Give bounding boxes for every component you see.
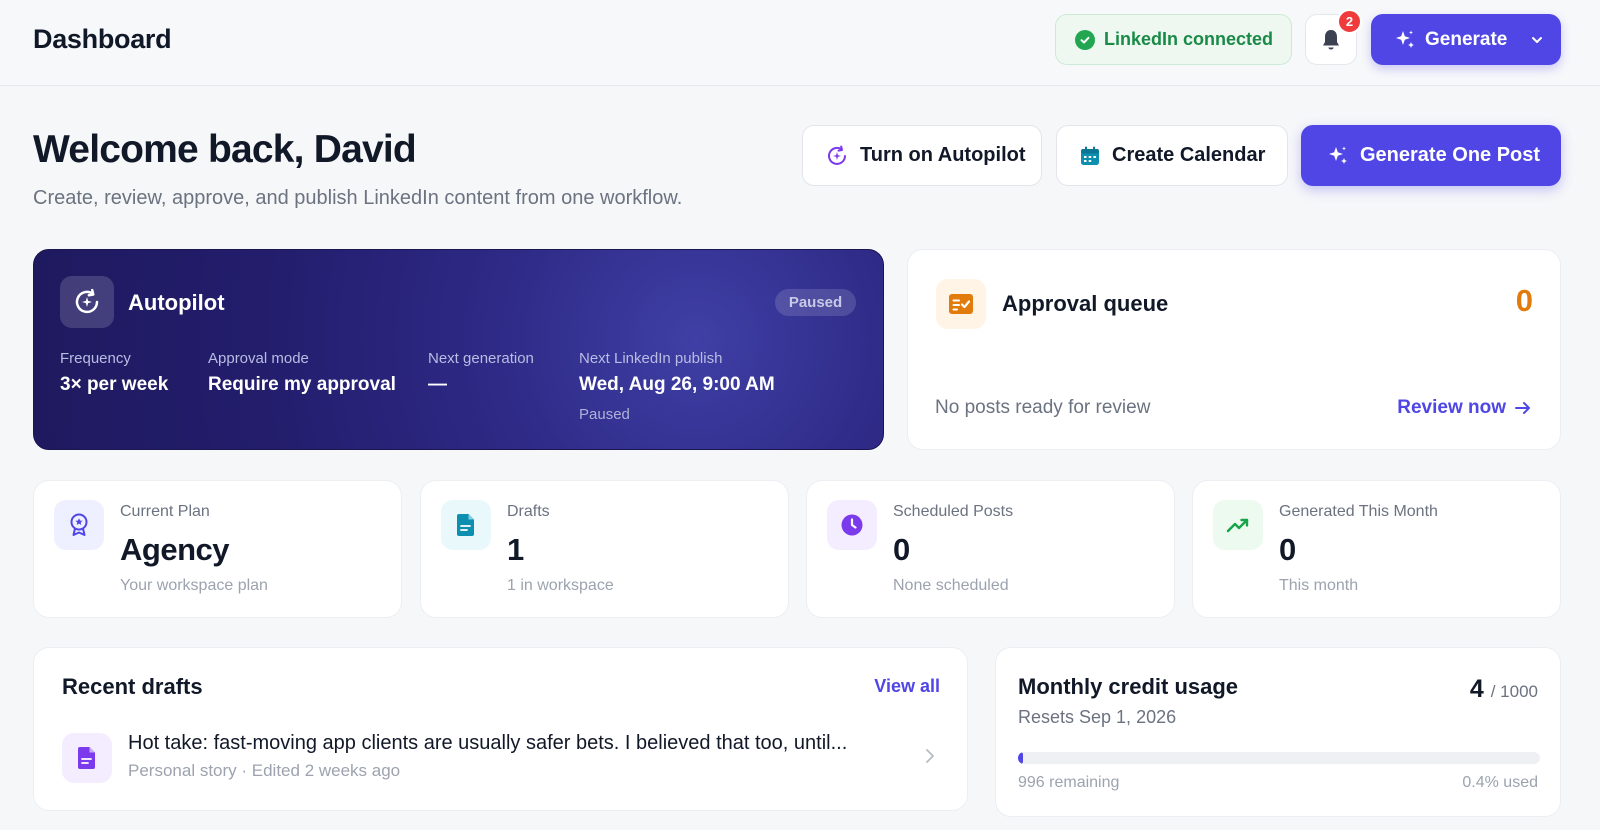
credit-usage-progress-bar — [1018, 752, 1540, 764]
stat-card-current-plan[interactable]: Current Plan Agency Your workspace plan — [33, 480, 402, 618]
credits-percent-used: 0.4% used — [1462, 774, 1538, 791]
stat-value: 0 — [893, 532, 910, 567]
turn-on-autopilot-button[interactable]: Turn on Autopilot — [802, 125, 1042, 186]
approval-queue-card: Approval queue 0 No posts ready for revi… — [907, 249, 1561, 450]
credit-usage-card: Monthly credit usage Resets Sep 1, 2026 … — [995, 647, 1561, 817]
field-label: Next generation — [428, 350, 534, 367]
autopilot-button-label: Turn on Autopilot — [860, 144, 1026, 166]
autopilot-card[interactable]: Autopilot Paused Frequency 3× per week A… — [33, 249, 884, 450]
field-note: Paused — [579, 406, 630, 423]
stat-subtext: None scheduled — [893, 577, 1009, 594]
welcome-heading: Welcome back, David — [33, 128, 417, 171]
credits-remaining: 996 remaining — [1018, 774, 1120, 791]
field-label: Frequency — [60, 350, 131, 367]
notification-count-badge: 2 — [1337, 9, 1362, 34]
autopilot-frequency: Frequency 3× per week — [60, 350, 168, 396]
stat-subtext: This month — [1279, 577, 1359, 594]
approval-queue-title: Approval queue — [1002, 291, 1169, 316]
review-now-link[interactable]: Review now — [1397, 397, 1532, 419]
stat-subtext: 1 in workspace — [507, 577, 614, 594]
document-icon — [62, 733, 112, 783]
generate-dropdown-button[interactable]: Generate — [1371, 14, 1561, 65]
bell-icon — [1320, 28, 1342, 52]
credit-used-count: 4 / 1000 — [1470, 675, 1538, 704]
chevron-down-icon — [1530, 33, 1544, 47]
autopilot-next-publish: Next LinkedIn publish Wed, Aug 26, 9:00 … — [579, 350, 775, 423]
draft-meta: Personal story · Edited 2 weeks ago — [128, 761, 401, 780]
arrow-right-icon — [1514, 400, 1532, 416]
stat-label: Current Plan — [120, 503, 210, 520]
calendar-button-label: Create Calendar — [1112, 144, 1266, 166]
recent-drafts-card: Recent drafts View all Hot take: fast-mo… — [33, 647, 968, 811]
credits-total: / 1000 — [1490, 682, 1538, 701]
autopilot-next-generation: Next generation — — [428, 350, 534, 396]
stat-value: Agency — [120, 532, 229, 567]
field-value: 3× per week — [60, 374, 169, 395]
approval-queue-empty-text: No posts ready for review — [935, 397, 1151, 418]
field-label: Approval mode — [208, 350, 309, 367]
stat-card-drafts[interactable]: Drafts 1 1 in workspace — [420, 480, 789, 618]
check-circle-icon — [1075, 29, 1095, 50]
chevron-right-icon — [925, 748, 935, 764]
credit-usage-title: Monthly credit usage — [1018, 674, 1239, 699]
field-value: Wed, Aug 26, 9:00 AM — [579, 374, 775, 395]
autopilot-status-badge: Paused — [775, 289, 856, 316]
clock-icon — [827, 500, 877, 550]
stat-label: Drafts — [507, 503, 550, 520]
view-all-link[interactable]: View all — [874, 676, 940, 697]
stat-value: 1 — [507, 532, 524, 567]
stat-card-scheduled-posts[interactable]: Scheduled Posts 0 None scheduled — [806, 480, 1175, 618]
review-now-label: Review now — [1397, 397, 1506, 418]
generate-label: Generate — [1425, 28, 1508, 50]
checklist-icon — [936, 279, 986, 329]
draft-title: Hot take: fast-moving app clients are us… — [128, 732, 848, 754]
credit-reset-date: Resets Sep 1, 2026 — [1018, 707, 1177, 727]
credits-used: 4 — [1469, 675, 1484, 703]
autopilot-icon — [60, 276, 114, 328]
award-icon — [54, 500, 104, 550]
sparkles-icon — [1394, 29, 1416, 51]
approval-queue-count: 0 — [1515, 283, 1533, 318]
create-calendar-button[interactable]: Create Calendar — [1056, 125, 1288, 186]
stat-card-generated-this-month[interactable]: Generated This Month 0 This month — [1192, 480, 1561, 618]
top-bar: Dashboard LinkedIn connected 2 Generate — [0, 0, 1600, 86]
linkedin-status-badge[interactable]: LinkedIn connected — [1055, 14, 1292, 65]
calendar-icon — [1079, 145, 1101, 167]
autopilot-title: Autopilot — [128, 290, 225, 315]
stat-label: Scheduled Posts — [893, 503, 1014, 520]
field-value: — — [428, 374, 447, 395]
page-title: Dashboard — [33, 24, 172, 54]
generate-one-post-button[interactable]: Generate One Post — [1301, 125, 1561, 186]
autopilot-icon — [825, 144, 849, 168]
field-label: Next LinkedIn publish — [579, 350, 723, 367]
stat-label: Generated This Month — [1279, 503, 1438, 520]
field-value: Require my approval — [208, 374, 396, 395]
credit-usage-progress-fill — [1018, 752, 1023, 764]
one-post-button-label: Generate One Post — [1360, 144, 1541, 166]
autopilot-approval-mode: Approval mode Require my approval — [208, 350, 396, 396]
document-icon — [441, 500, 491, 550]
sparkles-icon — [1327, 145, 1349, 167]
stat-value: 0 — [1279, 532, 1296, 567]
welcome-subtitle: Create, review, approve, and publish Lin… — [33, 187, 683, 209]
linkedin-status-label: LinkedIn connected — [1104, 29, 1274, 49]
recent-drafts-title: Recent drafts — [62, 674, 203, 699]
stat-subtext: Your workspace plan — [120, 577, 268, 594]
trending-up-icon — [1213, 500, 1263, 550]
